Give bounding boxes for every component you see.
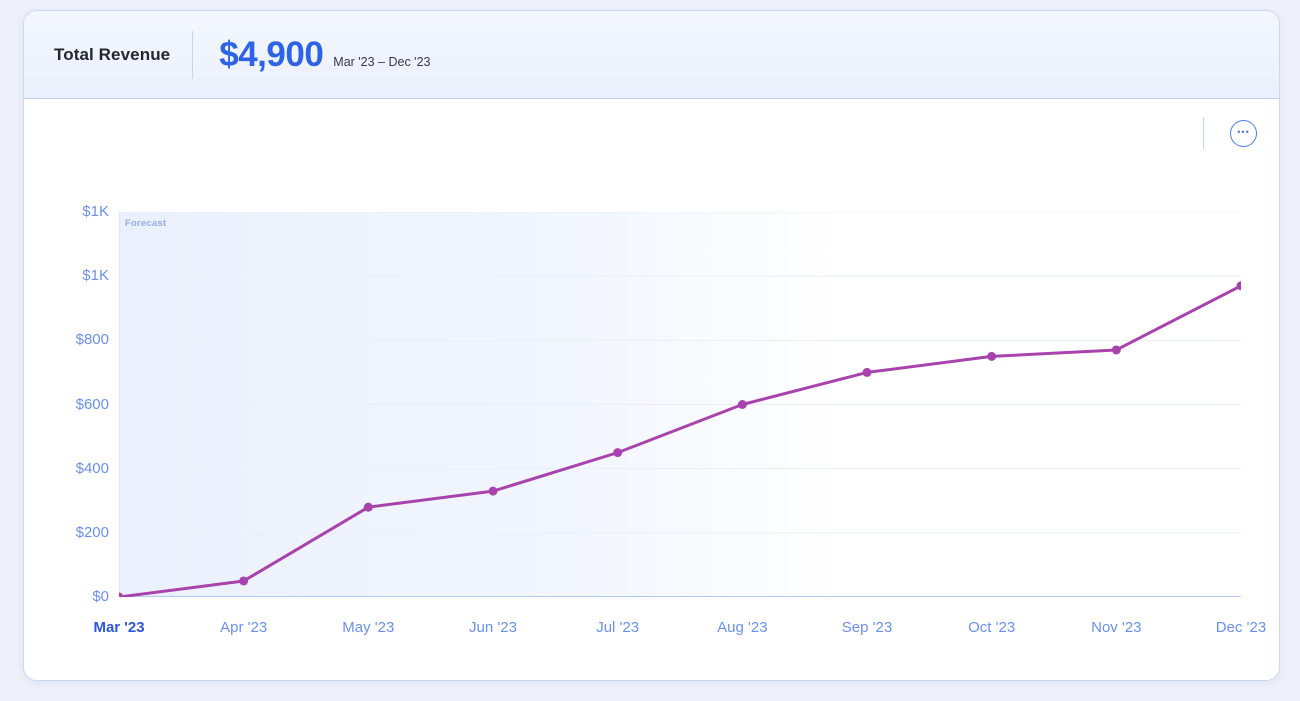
- chart-panel: ••• Forecast $1K $1K $800 $600 $400 $200 $0 Ma…: [24, 99, 1279, 681]
- x-tick-label: Dec '23: [1186, 618, 1280, 638]
- y-tick-label: $0: [44, 587, 109, 607]
- data-point[interactable]: [863, 368, 872, 377]
- data-point[interactable]: [364, 503, 373, 512]
- x-tick-label: May '23: [313, 618, 423, 638]
- y-tick-label: $1K: [44, 202, 109, 222]
- x-tick-label: Oct '23: [937, 618, 1047, 638]
- data-point[interactable]: [987, 352, 996, 361]
- header-divider: [192, 31, 193, 79]
- data-point[interactable]: [489, 487, 498, 496]
- total-revenue-value: $4,900: [219, 35, 323, 75]
- date-range-label: Mar '23 – Dec '23: [333, 41, 430, 69]
- x-tick-label: Jul '23: [563, 618, 673, 638]
- data-point[interactable]: [1112, 345, 1121, 354]
- card-title: Total Revenue: [54, 45, 170, 65]
- x-tick-label: Nov '23: [1061, 618, 1171, 638]
- x-tick-label: Apr '23: [189, 618, 299, 638]
- x-tick-label: Sep '23: [812, 618, 922, 638]
- chart-toolbar: •••: [1203, 117, 1257, 149]
- toolbar-divider: [1203, 117, 1204, 149]
- line-chart[interactable]: [119, 212, 1241, 597]
- x-tick-label: Jun '23: [438, 618, 548, 638]
- x-tick-label: Mar '23: [64, 618, 174, 638]
- data-point[interactable]: [738, 400, 747, 409]
- y-tick-label: $800: [44, 330, 109, 350]
- y-tick-label: $400: [44, 459, 109, 479]
- revenue-card: Total Revenue $4,900 Mar '23 – Dec '23 •…: [23, 10, 1280, 681]
- data-point[interactable]: [613, 448, 622, 457]
- ellipsis-icon: •••: [1237, 128, 1249, 139]
- more-options-button[interactable]: •••: [1230, 120, 1257, 147]
- y-tick-label: $600: [44, 395, 109, 415]
- x-tick-label: Aug '23: [687, 618, 797, 638]
- forecast-label: Forecast: [125, 218, 166, 229]
- y-tick-label: $1K: [44, 266, 109, 286]
- data-point[interactable]: [239, 576, 248, 585]
- card-header: Total Revenue $4,900 Mar '23 – Dec '23: [24, 11, 1279, 99]
- y-tick-label: $200: [44, 523, 109, 543]
